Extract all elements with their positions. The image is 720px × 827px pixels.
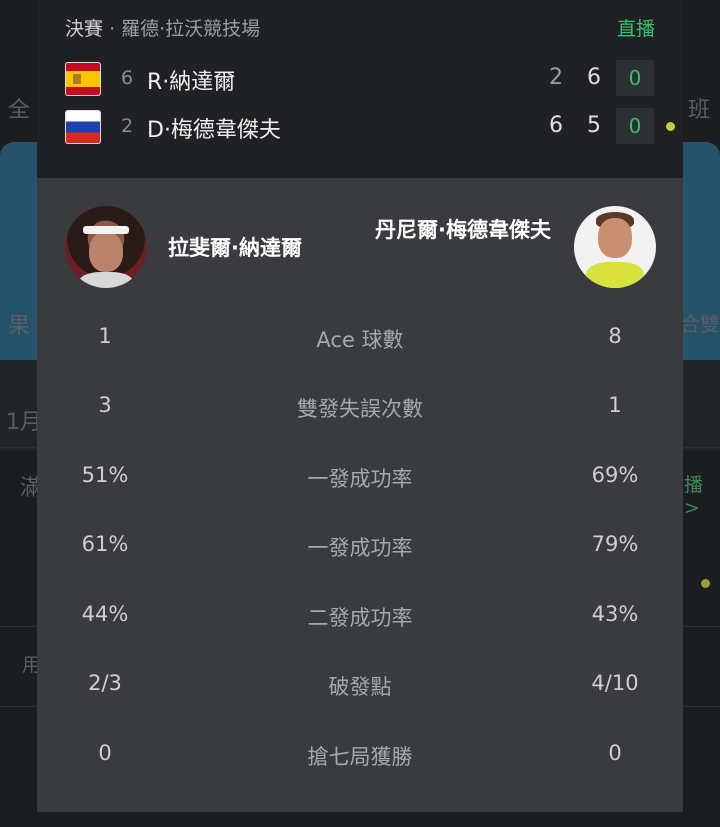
stat-left-value: 51% xyxy=(81,463,129,487)
stat-row: 3 雙發失誤次數 1 xyxy=(37,387,683,427)
game-score: 0 xyxy=(616,60,654,96)
game-score: 0 xyxy=(616,108,654,144)
player-row: 6 R·納達爾 2 6 0 xyxy=(65,60,665,100)
player-name: R·納達爾 xyxy=(147,70,236,95)
player-row: 2 D·梅德韋傑夫 6 5 0 xyxy=(65,108,675,148)
match-stage: 決賽 · 羅德·拉沃競技場 xyxy=(65,14,260,41)
stat-right-value: 8 xyxy=(608,324,622,348)
match-header[interactable]: 決賽 · 羅德·拉沃競技場 直播 6 R·納達爾 2 6 0 2 D·梅德韋傑夫… xyxy=(37,0,683,178)
background-text: 合雙 xyxy=(680,312,720,336)
stat-left-value: 44% xyxy=(81,602,129,626)
stat-label: 搶七局獲勝 xyxy=(307,745,413,769)
stat-row: 44% 二發成功率 43% xyxy=(37,596,683,636)
round-label: 決賽 xyxy=(65,18,104,40)
set-score: 6 xyxy=(587,65,601,90)
player-full-name: 丹尼爾·梅德韋傑夫 xyxy=(375,218,551,242)
match-stats-modal: 決賽 · 羅德·拉沃競技場 直播 6 R·納達爾 2 6 0 2 D·梅德韋傑夫… xyxy=(37,0,683,812)
stat-row: 51% 一發成功率 69% xyxy=(37,457,683,497)
spain-flag-icon xyxy=(65,62,101,96)
stat-row: 1 Ace 球數 8 xyxy=(37,318,683,358)
stat-left-value: 3 xyxy=(98,393,112,417)
background-text: 果 xyxy=(8,314,31,339)
stat-row: 2/3 破發點 4/10 xyxy=(37,665,683,705)
stat-row: 0 搶七局獲勝 0 xyxy=(37,735,683,775)
background-text: 班 xyxy=(688,98,711,123)
seed: 6 xyxy=(121,67,134,89)
player-name: D·梅德韋傑夫 xyxy=(147,118,281,143)
serving-indicator-icon xyxy=(666,122,675,131)
stat-right-value: 1 xyxy=(608,393,622,417)
venue-label: · 羅德·拉沃競技場 xyxy=(109,18,261,40)
set-score: 5 xyxy=(587,113,601,138)
background-link: 播 > xyxy=(684,474,704,519)
stat-left-value: 61% xyxy=(81,532,129,556)
player-avatar xyxy=(65,206,147,288)
stat-label: 破發點 xyxy=(328,675,392,699)
stat-label: 一發成功率 xyxy=(307,536,413,560)
background-serve-dot xyxy=(701,579,710,588)
stat-label: 雙發失誤次數 xyxy=(297,397,423,421)
player-full-name: 拉斐爾·納達爾 xyxy=(168,236,302,260)
stat-label: Ace 球數 xyxy=(316,328,404,352)
stat-right-value: 0 xyxy=(608,741,622,765)
stat-left-value: 1 xyxy=(98,324,112,348)
stat-left-value: 2/3 xyxy=(88,671,122,695)
set-score: 6 xyxy=(549,113,563,138)
russia-flag-icon xyxy=(65,110,101,144)
stat-right-value: 43% xyxy=(591,602,639,626)
stat-right-value: 4/10 xyxy=(591,671,639,695)
stat-row: 61% 一發成功率 79% xyxy=(37,526,683,566)
stat-right-value: 69% xyxy=(591,463,639,487)
player-avatar xyxy=(574,206,656,288)
seed: 2 xyxy=(121,115,134,137)
stat-label: 一發成功率 xyxy=(307,467,413,491)
stat-right-value: 79% xyxy=(591,532,639,556)
background-text: 全 xyxy=(8,98,31,123)
stat-left-value: 0 xyxy=(98,741,112,765)
set-score: 2 xyxy=(549,65,563,90)
stat-label: 二發成功率 xyxy=(307,606,413,630)
live-badge[interactable]: 直播 xyxy=(617,14,655,41)
